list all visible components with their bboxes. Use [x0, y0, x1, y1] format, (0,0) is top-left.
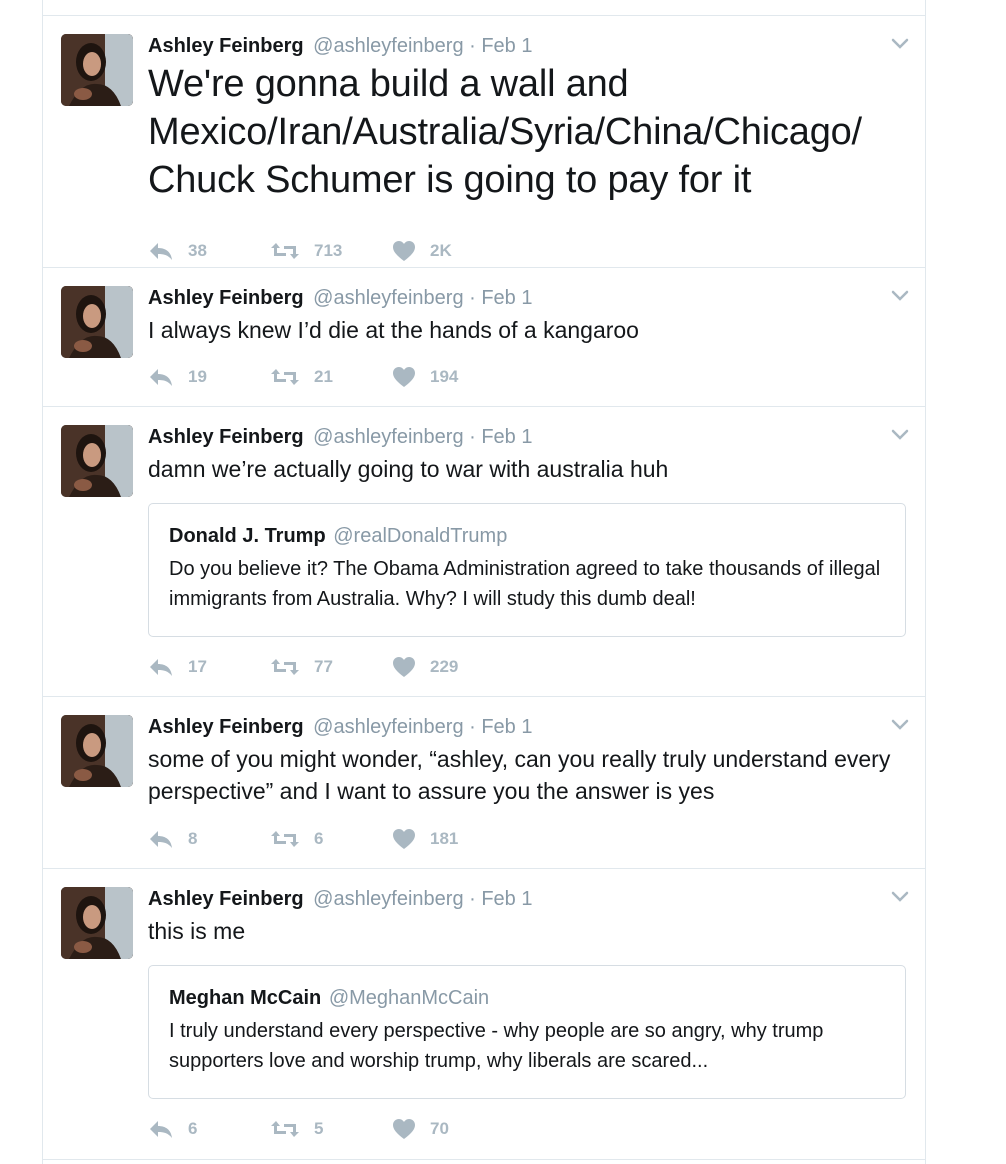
tweet-text: We're gonna build a wall and Mexico/Iran… [148, 63, 862, 201]
like-count: 181 [430, 829, 459, 848]
reply-icon [150, 659, 172, 676]
retweet-count: 5 [314, 1119, 324, 1138]
tweet-text: some of you might wonder, “ashley, can y… [148, 746, 891, 804]
retweet-icon [271, 243, 299, 259]
author-name[interactable]: Ashley Feinberg [148, 888, 304, 910]
reply-icon [150, 243, 172, 260]
heart-icon [393, 657, 415, 677]
heart-icon [393, 241, 415, 261]
retweet-icon [271, 659, 299, 675]
avatar[interactable] [61, 286, 133, 358]
reply-count: 38 [188, 241, 207, 260]
tweet-date[interactable]: Feb 1 [481, 888, 532, 910]
author-handle[interactable]: @ashleyfeinberg [313, 716, 463, 738]
reply-count: 19 [188, 367, 207, 386]
heart-icon [393, 829, 415, 849]
like-button[interactable]: 2K [392, 240, 514, 262]
author-handle[interactable]: @ashleyfeinberg [313, 35, 463, 57]
tweet-date[interactable]: Feb 1 [481, 716, 532, 738]
reply-button[interactable]: 17 [148, 657, 270, 677]
tweet[interactable]: Ashley Feinberg @ashleyfeinberg · Feb 1 … [43, 869, 925, 1160]
retweet-button[interactable]: 21 [270, 367, 392, 387]
quoted-author-handle[interactable]: @MeghanMcCain [329, 987, 489, 1009]
like-button[interactable]: 229 [392, 656, 514, 678]
avatar[interactable] [61, 715, 133, 787]
quoted-tweet[interactable]: Donald J. Trump @realDonaldTrump Do you … [148, 503, 906, 637]
retweet-count: 713 [314, 241, 343, 260]
retweet-button[interactable]: 713 [270, 241, 392, 261]
retweet-count: 21 [314, 367, 333, 386]
tweet-text: I always knew I’d die at the hands of a … [148, 317, 639, 343]
author-name[interactable]: Ashley Feinberg [148, 426, 304, 448]
author-name[interactable]: Ashley Feinberg [148, 716, 304, 738]
reply-button[interactable]: 8 [148, 829, 270, 849]
like-button[interactable]: 194 [392, 366, 514, 388]
quoted-tweet[interactable]: Meghan McCain @MeghanMcCain I truly unde… [148, 965, 906, 1099]
previous-tweet-edge [43, 0, 925, 16]
reply-count: 17 [188, 657, 207, 676]
author-handle[interactable]: @ashleyfeinberg [313, 287, 463, 309]
heart-icon [393, 367, 415, 387]
retweet-icon [271, 1121, 299, 1137]
retweet-icon [271, 369, 299, 385]
retweet-button[interactable]: 5 [270, 1119, 392, 1139]
author-name[interactable]: Ashley Feinberg [148, 287, 304, 309]
reply-icon [150, 1121, 172, 1138]
reply-button[interactable]: 19 [148, 367, 270, 387]
like-count: 229 [430, 657, 459, 676]
author-name[interactable]: Ashley Feinberg [148, 35, 304, 57]
retweet-count: 6 [314, 829, 324, 848]
quoted-author-handle[interactable]: @realDonaldTrump [333, 525, 507, 547]
avatar[interactable] [61, 887, 133, 959]
tweet[interactable]: Ashley Feinberg @ashleyfeinberg · Feb 1 … [43, 268, 925, 407]
like-count: 194 [430, 367, 459, 386]
tweet[interactable]: Ashley Feinberg @ashleyfeinberg · Feb 1 … [43, 407, 925, 697]
tweet-date[interactable]: Feb 1 [481, 287, 532, 309]
timeline: Ashley Feinberg @ashleyfeinberg · Feb 1 … [42, 0, 926, 1164]
reply-icon [150, 831, 172, 848]
retweet-button[interactable]: 6 [270, 829, 392, 849]
like-button[interactable]: 181 [392, 828, 514, 850]
quoted-tweet-text: I truly understand every perspective - w… [169, 1020, 824, 1072]
reply-count: 8 [188, 829, 198, 848]
tweet-date[interactable]: Feb 1 [481, 35, 532, 57]
quoted-tweet-text: Do you believe it? The Obama Administrat… [169, 558, 881, 610]
reply-icon [150, 369, 172, 386]
avatar[interactable] [61, 425, 133, 497]
retweet-icon [271, 831, 299, 847]
retweet-count: 77 [314, 657, 333, 676]
avatar[interactable] [61, 34, 133, 106]
reply-button[interactable]: 38 [148, 241, 270, 261]
quoted-author-name[interactable]: Meghan McCain [169, 987, 321, 1009]
like-button[interactable]: 70 [392, 1118, 514, 1140]
tweet[interactable]: Ashley Feinberg @ashleyfeinberg · Feb 1 … [43, 16, 925, 268]
like-count: 2K [430, 241, 452, 260]
reply-count: 6 [188, 1119, 198, 1138]
author-handle[interactable]: @ashleyfeinberg [313, 426, 463, 448]
tweet-text: damn we’re actually going to war with au… [148, 456, 669, 482]
reply-button[interactable]: 6 [148, 1119, 270, 1139]
like-count: 70 [430, 1119, 449, 1138]
tweet-text: this is me [148, 918, 246, 944]
author-handle[interactable]: @ashleyfeinberg [313, 888, 463, 910]
retweet-button[interactable]: 77 [270, 657, 392, 677]
tweet[interactable]: Ashley Feinberg @ashleyfeinberg · Feb 1 … [43, 697, 925, 869]
quoted-author-name[interactable]: Donald J. Trump [169, 525, 326, 547]
tweet-date[interactable]: Feb 1 [481, 426, 532, 448]
heart-icon [393, 1119, 415, 1139]
